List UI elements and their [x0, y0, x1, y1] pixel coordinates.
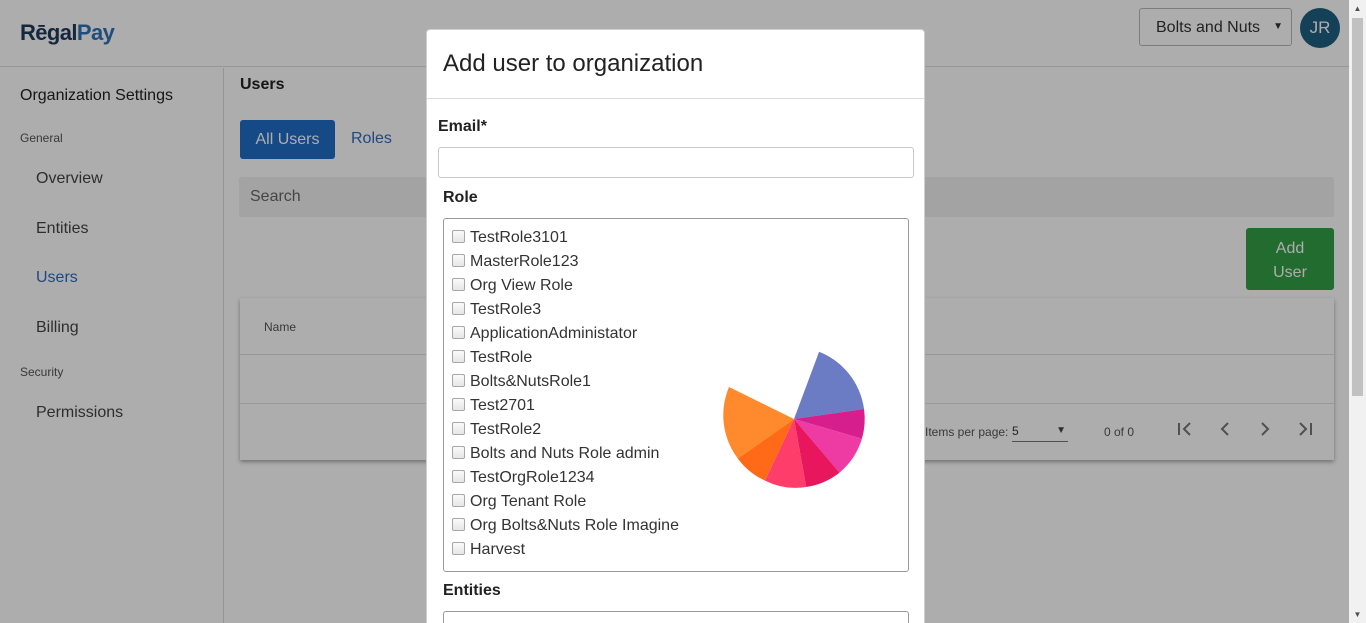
- role-option-label: Org View Role: [470, 277, 573, 294]
- scroll-down-icon[interactable]: ▼: [1349, 606, 1366, 623]
- role-option[interactable]: Org Tenant Role: [452, 492, 586, 512]
- role-checkbox[interactable]: [452, 470, 465, 483]
- role-option[interactable]: ApplicationAdministator: [452, 324, 637, 344]
- role-option[interactable]: Org Bolts&Nuts Role Imagine: [452, 516, 679, 536]
- role-option-label: TestOrgRole1234: [470, 469, 595, 486]
- role-checkbox[interactable]: [452, 446, 465, 459]
- role-option-label: Harvest: [470, 541, 526, 558]
- role-checkbox[interactable]: [452, 278, 465, 291]
- role-checkbox-list: TestRole3101 MasterRole123 Org View Role…: [443, 218, 909, 572]
- role-checkbox[interactable]: [452, 350, 465, 363]
- role-option-label: Bolts and Nuts Role admin: [470, 445, 660, 462]
- page-scrollbar[interactable]: ▲ ▼: [1349, 0, 1366, 623]
- role-option-label: Org Tenant Role: [470, 493, 587, 510]
- scrollbar-thumb[interactable]: [1352, 18, 1363, 396]
- role-checkbox[interactable]: [452, 494, 465, 507]
- role-option[interactable]: TestOrgRole1234: [452, 468, 595, 488]
- role-checkbox[interactable]: [452, 542, 465, 555]
- role-option-label: MasterRole123: [470, 253, 579, 270]
- role-option-label: TestRole3: [470, 301, 542, 318]
- dialog-title: Add user to organization: [443, 50, 704, 77]
- entities-field[interactable]: [443, 611, 909, 623]
- role-checkbox[interactable]: [452, 326, 465, 339]
- role-checkbox[interactable]: [452, 374, 465, 387]
- role-checkbox[interactable]: [452, 230, 465, 243]
- role-option-label: Bolts&NutsRole1: [470, 373, 591, 390]
- role-option[interactable]: Test2701: [452, 396, 535, 416]
- role-option[interactable]: Bolts and Nuts Role admin: [452, 444, 659, 464]
- entities-label: Entities: [443, 582, 501, 599]
- role-option[interactable]: MasterRole123: [452, 252, 579, 272]
- role-option[interactable]: TestRole3101: [452, 228, 568, 248]
- dialog-divider: [427, 98, 924, 99]
- role-option-label: Test2701: [470, 397, 535, 414]
- role-option[interactable]: TestRole2: [452, 420, 541, 440]
- role-option-label: Org Bolts&Nuts Role Imagine: [470, 517, 679, 534]
- role-label: Role: [443, 189, 478, 206]
- role-option-label: ApplicationAdministator: [470, 325, 638, 342]
- role-checkbox[interactable]: [452, 422, 465, 435]
- loading-spinner-graphic: [723, 351, 865, 488]
- role-option[interactable]: Bolts&NutsRole1: [452, 372, 591, 392]
- role-option-label: TestRole2: [470, 421, 542, 438]
- role-option[interactable]: Org View Role: [452, 276, 573, 296]
- email-label: Email*: [438, 118, 487, 135]
- scroll-up-icon[interactable]: ▲: [1349, 0, 1366, 17]
- role-checkbox[interactable]: [452, 254, 465, 267]
- role-checkbox[interactable]: [452, 302, 465, 315]
- add-user-dialog: Add user to organization Email* Role Tes…: [426, 29, 925, 623]
- role-option-label: TestRole3101: [470, 229, 568, 246]
- role-option[interactable]: TestRole: [452, 348, 532, 368]
- role-option-label: TestRole: [470, 349, 533, 366]
- email-field[interactable]: [438, 147, 914, 178]
- role-option[interactable]: TestRole3: [452, 300, 541, 320]
- role-option[interactable]: Harvest: [452, 540, 525, 560]
- role-checkbox[interactable]: [452, 398, 465, 411]
- role-checkbox[interactable]: [452, 518, 465, 531]
- spinner-segment: [794, 351, 864, 419]
